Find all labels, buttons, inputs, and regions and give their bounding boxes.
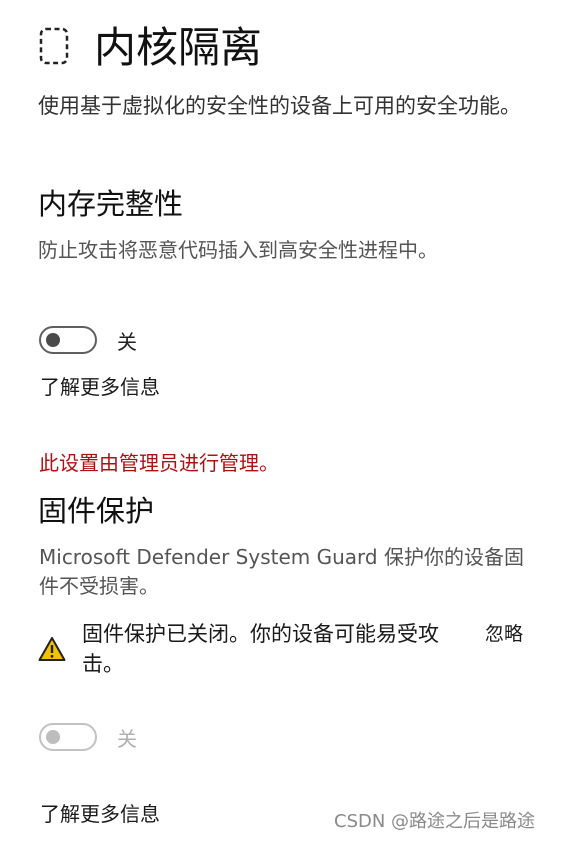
firmware-protection-description: Microsoft Defender System Guard 保护你的设备固件… — [39, 545, 524, 598]
firmware-protection-toggle — [39, 723, 97, 751]
firmware-protection-title: 固件保护 — [38, 494, 155, 528]
watermark: CSDN @路途之后是路途 — [334, 811, 536, 832]
page-description: 使用基于虚拟化的安全性的设备上可用的安全功能。 — [38, 94, 521, 118]
page-title: 内核隔离 — [94, 23, 263, 72]
memory-integrity-description: 防止攻击将恶意代码插入到高安全性进程中。 — [38, 238, 438, 262]
firmware-protection-toggle-label: 关 — [117, 727, 137, 751]
memory-integrity-title: 内存完整性 — [38, 187, 184, 221]
managed-by-admin-notice: 此设置由管理员进行管理。 — [39, 451, 279, 475]
memory-integrity-learn-more-link[interactable]: 了解更多信息 — [40, 373, 160, 401]
firmware-warning-text: 固件保护已关闭。你的设备可能易受攻击。 — [82, 622, 439, 676]
dashed-device-icon — [38, 26, 70, 66]
firmware-protection-learn-more-link[interactable]: 了解更多信息 — [40, 800, 160, 828]
memory-integrity-toggle[interactable] — [39, 326, 97, 354]
toggle-knob — [46, 730, 60, 744]
memory-integrity-toggle-label: 关 — [117, 330, 137, 354]
toggle-knob — [46, 333, 60, 347]
warning-icon — [38, 636, 66, 662]
dismiss-warning-button[interactable]: 忽略 — [485, 621, 523, 647]
